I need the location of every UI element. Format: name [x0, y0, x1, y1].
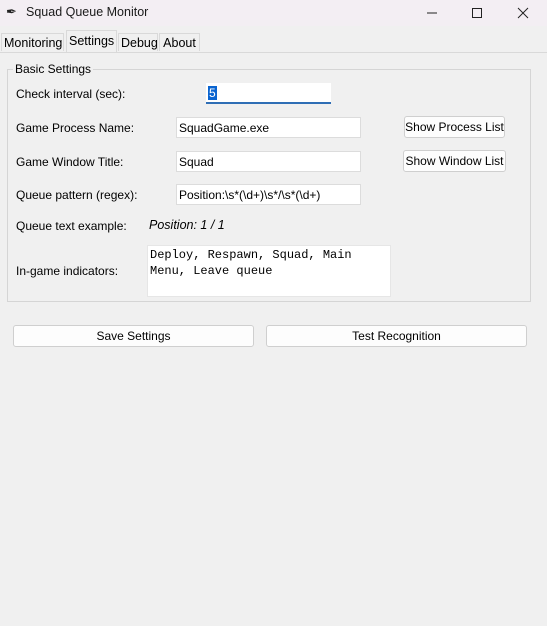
close-icon: [517, 7, 529, 19]
indicators-label: In-game indicators:: [16, 264, 119, 278]
tab-settings[interactable]: Settings: [66, 30, 117, 52]
tab-bar: Monitoring Settings Debug About: [0, 30, 547, 53]
queue-pattern-field[interactable]: Position:\s*(\d+)\s*/\s*(\d+): [176, 184, 361, 205]
show-window-list-button[interactable]: Show Window List: [403, 150, 506, 172]
window-title-label: Game Window Title:: [16, 155, 124, 169]
window-title-field[interactable]: Squad: [176, 151, 361, 172]
process-name-label: Game Process Name:: [16, 121, 135, 135]
check-interval-field[interactable]: 5: [206, 83, 331, 104]
show-process-list-button[interactable]: Show Process List: [404, 116, 505, 138]
feather-icon: ✒: [6, 4, 17, 19]
minimize-icon: [427, 12, 437, 14]
tab-debug[interactable]: Debug: [118, 33, 158, 51]
check-interval-label: Check interval (sec):: [16, 87, 126, 101]
process-name-field[interactable]: SquadGame.exe: [176, 117, 361, 138]
save-settings-button[interactable]: Save Settings: [13, 325, 254, 347]
tab-monitoring[interactable]: Monitoring: [1, 33, 64, 51]
queue-example-label: Queue text example:: [16, 219, 127, 233]
basic-settings-label: Basic Settings: [13, 62, 94, 76]
window-title: Squad Queue Monitor: [26, 5, 149, 19]
indicators-textarea[interactable]: Deploy, Respawn, Squad, Main Menu, Leave…: [147, 245, 391, 297]
test-recognition-button[interactable]: Test Recognition: [266, 325, 527, 347]
close-button[interactable]: [500, 0, 546, 26]
maximize-icon: [472, 8, 482, 18]
minimize-button[interactable]: [409, 0, 455, 26]
queue-pattern-label: Queue pattern (regex):: [16, 188, 138, 202]
title-bar: ✒ Squad Queue Monitor: [0, 0, 547, 26]
tab-about[interactable]: About: [159, 33, 200, 51]
maximize-button[interactable]: [454, 0, 500, 26]
queue-example-value: Position: 1 / 1: [149, 218, 225, 232]
check-interval-value: 5: [208, 86, 217, 100]
